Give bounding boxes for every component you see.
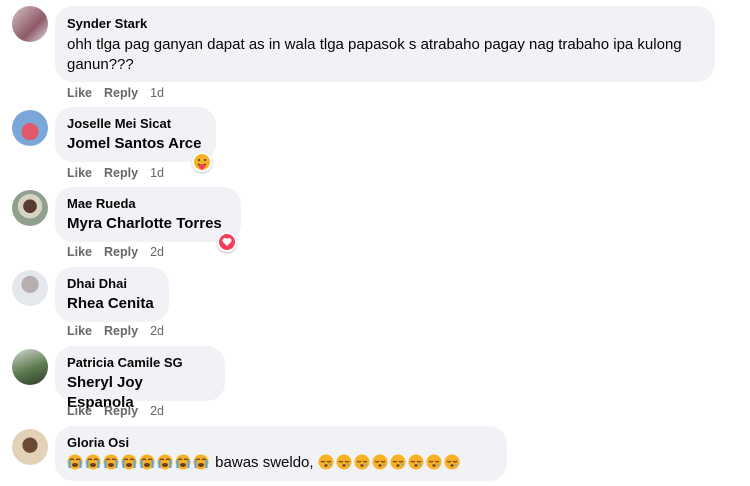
like-button[interactable]: Like bbox=[67, 245, 92, 259]
reply-button[interactable]: Reply bbox=[104, 324, 138, 338]
comment-text: ohh tlga pag ganyan dapat as in wala tlg… bbox=[67, 36, 682, 73]
sleepy-face-icon bbox=[426, 454, 442, 470]
comment-author[interactable]: Mae Rueda bbox=[67, 195, 229, 212]
avatar[interactable] bbox=[12, 110, 48, 146]
tagged-user-link[interactable]: Rhea Cenita bbox=[67, 294, 157, 314]
comment-text-body: bawas sweldo, bbox=[215, 454, 314, 471]
tagged-user-link[interactable]: Myra Charlotte Torres bbox=[67, 214, 229, 234]
comment-timestamp[interactable]: 1d bbox=[150, 166, 164, 180]
comment-bubble: Dhai Dhai Rhea Cenita bbox=[55, 267, 169, 322]
crying-face-icon bbox=[139, 454, 155, 470]
comment-author[interactable]: Dhai Dhai bbox=[67, 275, 157, 292]
comment-timestamp[interactable]: 2d bbox=[150, 245, 164, 259]
comment-text: bawas sweldo, bbox=[67, 453, 495, 473]
comment-actions: Like Reply 2d bbox=[67, 404, 164, 418]
reply-button[interactable]: Reply bbox=[104, 86, 138, 100]
like-button[interactable]: Like bbox=[67, 86, 92, 100]
crying-face-icon bbox=[121, 454, 137, 470]
comment-timestamp[interactable]: 2d bbox=[150, 404, 164, 418]
sleepy-face-icon bbox=[408, 454, 424, 470]
like-button[interactable]: Like bbox=[67, 404, 92, 418]
avatar[interactable] bbox=[12, 190, 48, 226]
avatar[interactable] bbox=[12, 270, 48, 306]
comment-author[interactable]: Synder Stark bbox=[67, 15, 703, 32]
like-button[interactable]: Like bbox=[67, 166, 92, 180]
avatar[interactable] bbox=[12, 349, 48, 385]
crying-face-icon bbox=[103, 454, 119, 470]
love-reaction-icon[interactable] bbox=[217, 232, 237, 252]
crying-face-icon bbox=[157, 454, 173, 470]
comment-bubble: Mae Rueda Myra Charlotte Torres bbox=[55, 187, 241, 242]
comment-timestamp[interactable]: 2d bbox=[150, 324, 164, 338]
comment-author[interactable]: Patricia Camile SG bbox=[67, 354, 213, 371]
sleepy-face-icon bbox=[372, 454, 388, 470]
sleepy-face-icon bbox=[336, 454, 352, 470]
comment-author[interactable]: Joselle Mei Sicat bbox=[67, 115, 204, 132]
comment-actions: Like Reply 2d bbox=[67, 324, 164, 338]
tagged-user-link[interactable]: Jomel Santos Arce bbox=[67, 134, 204, 154]
sleepy-face-icon bbox=[444, 454, 460, 470]
crying-face-icon bbox=[193, 454, 209, 470]
reply-button[interactable]: Reply bbox=[104, 166, 138, 180]
comment-actions: Like Reply 1d bbox=[67, 86, 164, 100]
comment-bubble: Patricia Camile SG Sheryl Joy Espanola bbox=[55, 346, 225, 411]
avatar[interactable] bbox=[12, 6, 48, 42]
comment-actions: Like Reply 1d bbox=[67, 166, 164, 180]
sleepy-face-icon bbox=[318, 454, 334, 470]
like-button[interactable]: Like bbox=[67, 324, 92, 338]
comment-author[interactable]: Gloria Osi bbox=[67, 434, 495, 451]
comment-bubble: Joselle Mei Sicat Jomel Santos Arce bbox=[55, 107, 216, 162]
comment-timestamp[interactable]: 1d bbox=[150, 86, 164, 100]
reply-button[interactable]: Reply bbox=[104, 404, 138, 418]
avatar[interactable] bbox=[12, 429, 48, 465]
sleepy-face-emoji-group bbox=[318, 454, 462, 471]
comment-bubble: Synder Stark ohh tlga pag ganyan dapat a… bbox=[55, 6, 715, 82]
crying-face-icon bbox=[85, 454, 101, 470]
sleepy-face-icon bbox=[354, 454, 370, 470]
crying-face-emoji-group bbox=[67, 454, 211, 471]
reply-button[interactable]: Reply bbox=[104, 245, 138, 259]
comment-bubble: Gloria Osi bawas sweldo, bbox=[55, 426, 507, 481]
sleepy-face-icon bbox=[390, 454, 406, 470]
crying-face-icon bbox=[175, 454, 191, 470]
care-reaction-icon[interactable] bbox=[192, 152, 212, 172]
comment-actions: Like Reply 2d bbox=[67, 245, 164, 259]
crying-face-icon bbox=[67, 454, 83, 470]
